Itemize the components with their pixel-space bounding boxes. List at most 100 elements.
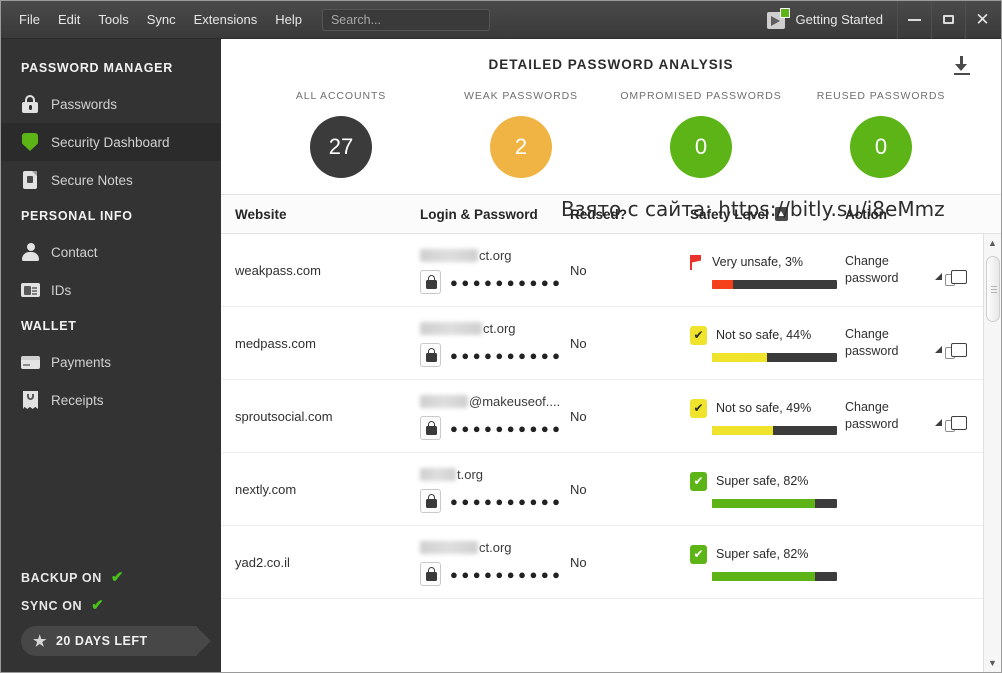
password-masked: ●●●●●●●●●● — [450, 493, 564, 509]
cell-action: Change password — [845, 326, 945, 359]
check-badge-icon: ✔ — [690, 398, 707, 418]
login-username: ct.org — [420, 321, 516, 336]
reveal-password-lock-button[interactable] — [420, 489, 441, 513]
table-row[interactable]: nextly.com t.org ●●●●●●●●●● No ✔ Super safe, … — [221, 453, 983, 526]
menu-item-file[interactable]: File — [11, 8, 48, 31]
cell-safety-level: Very unsafe, 3% — [690, 251, 845, 289]
check-badge-icon: ✔ — [690, 325, 707, 345]
scrollbar-track[interactable] — [984, 252, 1001, 672]
check-badge-icon: ✔ — [690, 544, 707, 564]
shield-icon — [21, 132, 39, 152]
trial-days-label: 20 DAYS LEFT — [55, 634, 148, 648]
table-row[interactable]: medpass.com ct.org ●●●●●●●●●● No ✔ Not so saf… — [221, 307, 983, 380]
check-badge-icon: ✔ — [690, 471, 707, 491]
cell-action: Change password — [845, 253, 945, 286]
title-bar-right: Getting Started ✕ — [766, 0, 999, 39]
reveal-password-lock-button[interactable] — [420, 416, 441, 440]
cell-safety-level: ✔ Not so safe, 49% — [690, 397, 845, 435]
table-body-wrapper: weakpass.com ct.org ●●●●●●●●●● No Very unsaf… — [221, 234, 1001, 672]
sync-status: SYNC ON ✔ — [21, 598, 221, 613]
login-domain-suffix: t.org — [457, 467, 484, 482]
scrollbar-thumb[interactable] — [986, 256, 1000, 322]
change-password-link[interactable]: Change password — [845, 327, 899, 358]
trial-days-badge[interactable]: ★ 20 DAYS LEFT — [21, 626, 211, 656]
close-button[interactable]: ✕ — [965, 0, 999, 39]
table-row[interactable]: weakpass.com ct.org ●●●●●●●●●● No Very unsaf… — [221, 234, 983, 307]
cell-website: yad2.co.il — [235, 554, 290, 570]
star-icon: ★ — [33, 632, 47, 650]
sidebar-item-security-dashboard[interactable]: Security Dashboard — [1, 123, 221, 161]
vertical-scrollbar[interactable]: ▲ ▼ — [983, 234, 1001, 672]
reveal-password-lock-button[interactable] — [420, 343, 441, 367]
sidebar: PASSWORD MANAGER Passwords Security Dashbo… — [1, 39, 221, 672]
id-card-icon — [21, 280, 40, 300]
scroll-down-arrow-icon[interactable]: ▼ — [984, 654, 1002, 672]
reveal-password-lock-button[interactable] — [420, 562, 441, 586]
password-masked: ●●●●●●●●●● — [450, 274, 564, 290]
window-body: PASSWORD MANAGER Passwords Security Dashbo… — [1, 39, 1001, 672]
safety-level-text: Not so safe, 44% — [716, 328, 812, 342]
maximize-button[interactable] — [931, 0, 965, 39]
download-icon[interactable] — [951, 55, 973, 77]
menu-item-tools[interactable]: Tools — [90, 8, 136, 31]
blurred-username — [420, 541, 478, 554]
column-header-login[interactable]: Login & Password — [420, 207, 570, 222]
stat-value-circle: 0 — [850, 116, 912, 178]
sidebar-item-secure-notes[interactable]: Secure Notes — [1, 161, 221, 199]
stat-card[interactable]: OMPROMISED PASSWORDS 0 — [611, 90, 791, 178]
safety-progress-bar — [712, 280, 837, 289]
minimize-button[interactable] — [897, 0, 931, 39]
scroll-up-arrow-icon[interactable]: ▲ — [984, 234, 1002, 252]
backup-status-label: BACKUP ON — [21, 570, 102, 585]
close-icon: ✕ — [975, 10, 990, 29]
login-username: @makeuseof.... — [420, 394, 560, 409]
stat-card[interactable]: ALL ACCOUNTS 27 — [251, 90, 431, 178]
column-header-website[interactable]: Website — [235, 207, 420, 222]
safety-progress-bar — [712, 499, 837, 508]
stat-value-circle: 27 — [310, 116, 372, 178]
sidebar-group-title: WALLET — [21, 319, 77, 333]
window-controls: ✕ — [897, 0, 999, 39]
menu-item-help[interactable]: Help — [267, 8, 310, 31]
safety-level-text: Super safe, 82% — [716, 474, 809, 488]
stat-card[interactable]: REUSED PASSWORDS 0 — [791, 90, 971, 178]
stats-summary: ALL ACCOUNTS 27 WEAK PASSWORDS 2 OMPROMISED … — [221, 78, 1001, 194]
sidebar-item-label: Payments — [51, 354, 112, 370]
sidebar-item-ids[interactable]: IDs — [1, 271, 221, 309]
menu-item-extensions[interactable]: Extensions — [186, 8, 266, 31]
login-domain-suffix: ct.org — [479, 540, 512, 555]
safety-progress-bar — [712, 426, 837, 435]
title-bar: File Edit Tools Sync Extensions Help Search..… — [1, 0, 1001, 39]
sidebar-item-label: IDs — [51, 282, 72, 298]
page-title: DETAILED PASSWORD ANALYSIS — [488, 57, 734, 72]
getting-started-label: Getting Started — [795, 12, 883, 27]
stat-card[interactable]: WEAK PASSWORDS 2 — [431, 90, 611, 178]
menu-item-sync[interactable]: Sync — [139, 8, 184, 31]
login-domain-suffix: ct.org — [479, 248, 512, 263]
cell-reused: No — [570, 408, 587, 424]
sidebar-item-receipts[interactable]: Receipts — [1, 381, 221, 419]
blurred-username — [420, 468, 456, 481]
credit-card-icon — [21, 352, 40, 372]
sidebar-item-label: Secure Notes — [51, 172, 133, 188]
cell-reused: No — [570, 481, 587, 497]
application-window: File Edit Tools Sync Extensions Help Search..… — [0, 0, 1002, 673]
safety-progress-bar — [712, 572, 837, 581]
sidebar-item-contact[interactable]: Contact — [1, 233, 221, 271]
sidebar-navigation: PASSWORD MANAGER Passwords Security Dashbo… — [1, 51, 221, 419]
safety-level-text: Very unsafe, 3% — [712, 255, 804, 269]
menu-item-edit[interactable]: Edit — [50, 8, 88, 31]
sidebar-item-passwords[interactable]: Passwords — [1, 85, 221, 123]
password-masked: ●●●●●●●●●● — [450, 347, 564, 363]
change-password-link[interactable]: Change password — [845, 400, 899, 431]
getting-started-button[interactable]: Getting Started — [766, 7, 883, 30]
search-input[interactable]: Search... — [321, 8, 490, 31]
reveal-password-lock-button[interactable] — [420, 270, 441, 294]
change-password-link[interactable]: Change password — [845, 254, 899, 285]
table-row[interactable]: sproutsocial.com @makeuseof.... ●●●●●●●●●●… — [221, 380, 983, 453]
sidebar-item-payments[interactable]: Payments — [1, 343, 221, 381]
main-content: DETAILED PASSWORD ANALYSIS ALL ACCOUNTS 2… — [221, 39, 1001, 672]
user-icon — [21, 242, 39, 262]
table-row[interactable]: yad2.co.il ct.org ●●●●●●●●●● No ✔ Super safe,… — [221, 526, 983, 599]
sidebar-item-label: Security Dashboard — [51, 134, 170, 150]
